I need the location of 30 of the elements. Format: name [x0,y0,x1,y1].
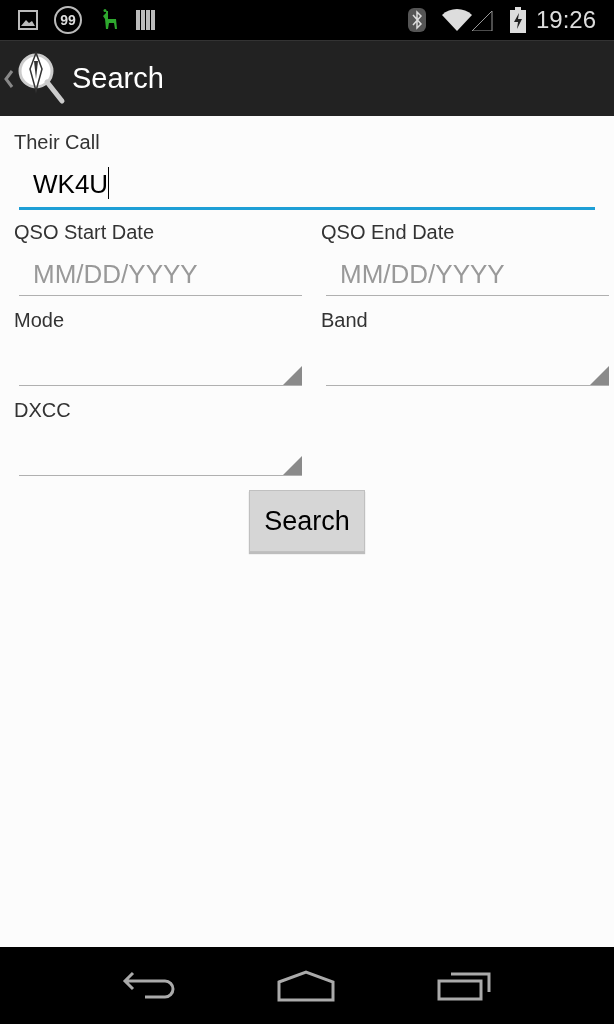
barcode-icon [136,9,156,31]
home-button[interactable] [277,969,335,1002]
field-label: Their Call [13,130,101,154]
recent-apps-button[interactable] [437,970,493,1001]
screen-title: Search [72,60,164,96]
battery-charging-icon [509,7,526,33]
notification-count: 99 [54,6,82,34]
call-input[interactable]: WK4U [19,154,595,210]
dropdown-triangle-icon [590,366,609,385]
bluetooth-icon [407,8,426,32]
field-label: DXCC [13,398,72,422]
signal-icon [441,9,494,31]
field-label: QSO Start Date [13,220,156,244]
recent-apps-icon [437,970,493,1001]
chevron-left-icon [4,69,14,88]
status-time: 19:26 [535,5,596,35]
back-icon [121,970,175,1001]
input-value: WK4U [33,169,109,199]
dropdown-triangle-icon [283,366,302,385]
home-icon [277,969,335,1002]
image-icon [18,10,38,30]
search-button[interactable]: Search [249,490,365,552]
dropdown-triangle-icon [283,456,302,475]
field-label: Band [320,308,369,332]
field-label: Mode [13,308,66,332]
date-input[interactable]: MM/DD/YYYY [326,244,609,296]
field-label: QSO End Date [320,220,456,244]
date-input[interactable]: MM/DD/YYYY [19,244,302,296]
text-cursor [108,167,110,199]
back-button[interactable] [121,970,175,1001]
